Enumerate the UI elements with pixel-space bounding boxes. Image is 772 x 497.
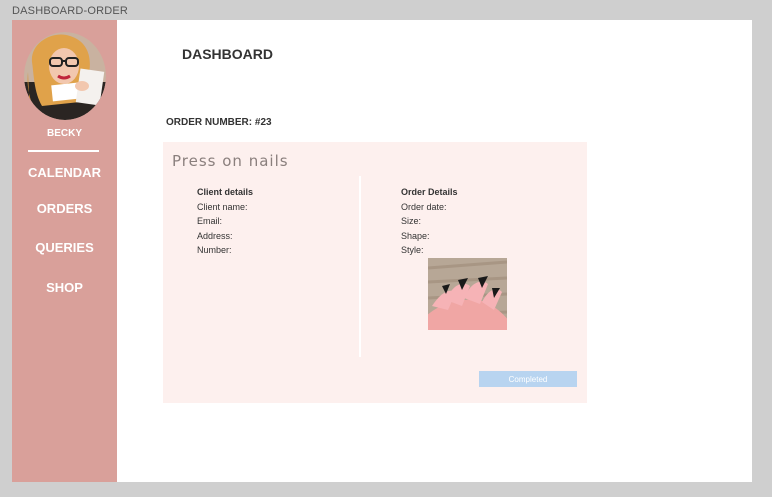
email-label: Email: — [197, 216, 223, 226]
order-date-label: Order date: — [401, 201, 447, 212]
user-name: BECKY — [46, 128, 82, 139]
sidebar-item-shop[interactable]: SHOP — [12, 280, 117, 295]
address-label: Address: — [197, 230, 233, 241]
client-details-heading: Client details — [197, 187, 254, 197]
completed-button[interactable]: Completed — [479, 371, 577, 387]
client-name-label: Client name: — [197, 201, 248, 212]
sidebar-item-queries[interactable]: QUERIES — [12, 240, 117, 255]
artboard-label: DASHBOARD-ORDER — [12, 5, 129, 17]
dashboard-artboard: BECKY CALENDAR ORDERS QUERIES SHOP DASHB… — [12, 20, 752, 482]
size-label: Size: — [401, 216, 422, 226]
nail-style-image — [428, 258, 507, 330]
sidebar: BECKY CALENDAR ORDERS QUERIES SHOP — [12, 20, 117, 482]
page-title: DASHBOARD — [182, 46, 273, 62]
sidebar-item-calendar[interactable]: CALENDAR — [12, 165, 117, 180]
shape-label: Shape: — [401, 230, 430, 241]
order-details-heading: Order Details — [401, 187, 458, 197]
style-label: Style: — [401, 245, 424, 255]
avatar — [24, 32, 106, 120]
column-divider — [359, 176, 361, 357]
order-details: Order Details Order date: Size: Shape: S… — [401, 185, 458, 258]
number-label: Number: — [197, 245, 232, 255]
client-details: Client details Client name: Email: Addre… — [197, 185, 253, 258]
sidebar-item-orders[interactable]: ORDERS — [12, 201, 117, 216]
order-card: Press on nails Client details Client nam… — [163, 142, 587, 403]
product-title: Press on nails — [172, 152, 289, 170]
order-number: ORDER NUMBER: #23 — [166, 117, 272, 128]
sidebar-divider — [28, 150, 99, 152]
